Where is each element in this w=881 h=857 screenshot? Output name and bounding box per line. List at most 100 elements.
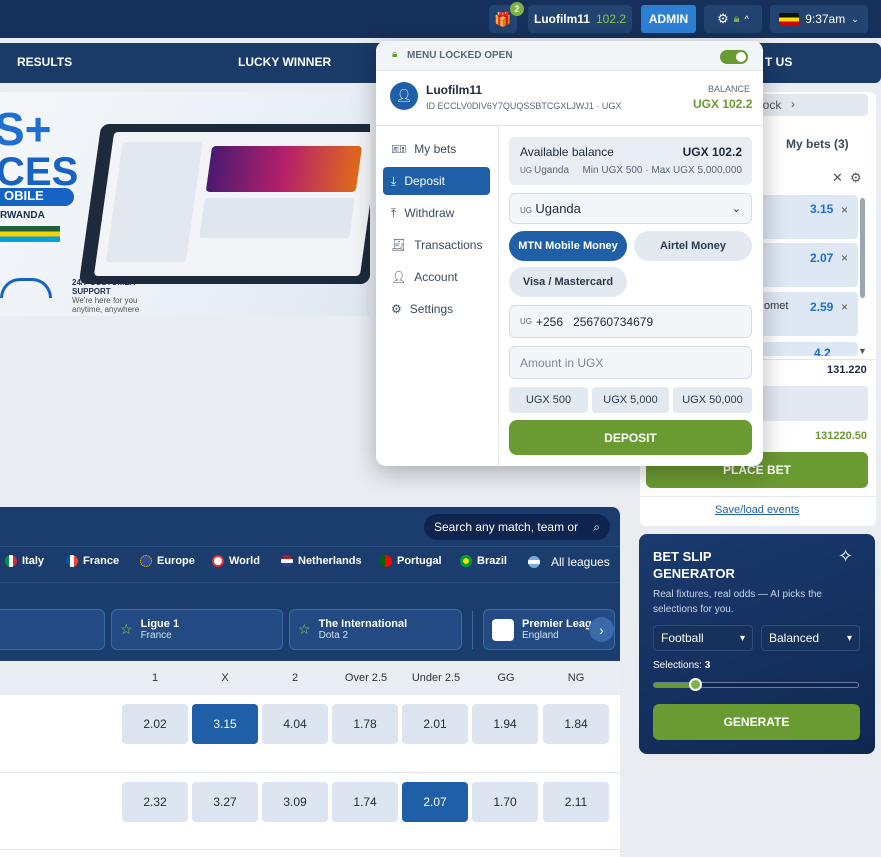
available-value: UGX 102.2 (682, 145, 742, 159)
league-card[interactable] (0, 609, 105, 650)
rwanda-flag-icon (0, 226, 60, 242)
generate-button[interactable]: GENERATE (653, 704, 860, 740)
menu-transactions[interactable]: 🧾︎ Transactions (383, 231, 490, 259)
slip-event-label: omet (764, 300, 789, 312)
remove-icon[interactable]: × (841, 203, 848, 217)
league-card-ligue1[interactable]: ☆ Ligue 1 France (111, 609, 283, 650)
menu-lock-label: MENU LOCKED OPEN (407, 50, 513, 61)
quick-amount-5000[interactable]: UGX 5,000 (592, 387, 669, 413)
league-tab-europe[interactable]: Europe (140, 555, 195, 567)
balance-value: 102.2 (595, 12, 627, 26)
save-load-link[interactable]: Save/load events (715, 504, 799, 516)
deposit-button[interactable]: DEPOSIT (509, 420, 752, 455)
method-airtel-money[interactable]: Airtel Money (634, 231, 752, 261)
gear-icon: ⚙ (717, 11, 729, 26)
odds-button[interactable]: 4.04 (262, 704, 328, 744)
odds-button[interactable]: 3.09 (262, 782, 328, 822)
nav-results[interactable]: RESULTS (17, 55, 72, 69)
slip-scrollbar[interactable] (860, 198, 865, 298)
odds-button[interactable]: 2.11 (543, 782, 609, 822)
menu-account[interactable]: 👤︎ Account (383, 263, 490, 291)
chevron-down-icon: ▾ (739, 632, 745, 644)
username: Luofilm11 (533, 12, 590, 26)
banner-support: 24/7 CUSTOMER SUPPORT We're here for you… (72, 278, 140, 314)
language-time-button[interactable]: 9:37am ⌄ (770, 5, 868, 33)
promo-banner[interactable]: S+ CES OBILE RWANDA 24/7 CUSTOMER SUPPOR… (0, 92, 370, 316)
slider-handle[interactable] (688, 678, 702, 691)
league-tab-france[interactable]: France (66, 555, 119, 567)
quick-amount-500[interactable]: UGX 500 (509, 387, 588, 413)
sport-select[interactable]: Football ▾ (653, 625, 753, 651)
receipt-icon: 🧾︎ (391, 238, 407, 252)
league-tab-brazil[interactable]: Brazil (460, 555, 507, 567)
star-icon[interactable]: ☆ (298, 621, 311, 638)
scroll-down-icon[interactable]: ▼ (858, 346, 867, 356)
mode-select-value: Balanced (769, 631, 820, 645)
user-balance-button[interactable]: Luofilm11 102.2 (528, 5, 632, 33)
quick-amount-50000[interactable]: UGX 50,000 (673, 387, 752, 413)
balance-caption: BALANCE (708, 84, 751, 94)
league-tab-italy[interactable]: Italy (5, 555, 44, 567)
search-placeholder: Search any match, team or lea (434, 520, 582, 534)
mode-select[interactable]: Balanced ▾ (761, 625, 860, 651)
slip-odds: 3.15 (810, 202, 834, 216)
odds-button[interactable]: 2.02 (122, 704, 188, 744)
account-menu-popup: 🔒︎ MENU LOCKED OPEN 👤︎ Luofilm11 ID ECCL… (376, 41, 763, 466)
selections-slider[interactable] (653, 678, 859, 691)
star-icon[interactable]: ☆ (120, 621, 133, 638)
country-name: Uganda (534, 165, 570, 176)
country-select[interactable]: UG Uganda ⌄ (509, 193, 752, 224)
menu-my-bets[interactable]: 🎫︎ My bets (383, 135, 490, 163)
chevron-up-icon: ^ (744, 14, 749, 24)
person-icon: 👤︎ (391, 270, 407, 284)
phone-prefix: +256 (536, 314, 564, 329)
sport-select-value: Football (661, 631, 704, 645)
portugal-flag-icon (380, 555, 392, 567)
league-card-the-international[interactable]: ☆ The International Dota 2 (289, 609, 462, 650)
remove-icon[interactable]: × (841, 251, 848, 265)
deposit-limits: Min UGX 500 · Max UGX 5,000,000 (582, 165, 742, 176)
remove-icon[interactable]: × (841, 300, 848, 314)
close-icon[interactable]: ✕ (832, 170, 843, 186)
odds-button[interactable]: 2.01 (402, 704, 468, 744)
odds-button[interactable]: 1.70 (472, 782, 538, 822)
league-tab-world[interactable]: World (212, 555, 260, 567)
gear-icon[interactable]: ⚙ (850, 170, 862, 186)
menu-deposit[interactable]: ⤓ Deposit (383, 167, 490, 195)
menu-lock-toggle[interactable] (720, 50, 748, 64)
method-visa-mastercard[interactable]: Visa / Mastercard (509, 267, 627, 297)
odds-button[interactable]: 1.78 (332, 704, 398, 744)
odds-button[interactable]: 1.84 (543, 704, 609, 744)
chevron-down-icon: ⌄ (731, 203, 741, 215)
amount-input[interactable]: Amount in UGX (509, 346, 752, 379)
popup-balance: UGX 102.2 (693, 97, 753, 111)
carousel-next-button[interactable]: › (589, 617, 614, 642)
match-search-input[interactable]: Search any match, team or lea ⌕ (424, 514, 610, 540)
gift-count-badge: 2 (510, 2, 524, 16)
league-tab-portugal[interactable]: Portugal (380, 555, 442, 567)
league-tab-all[interactable]: All leagues (528, 555, 610, 569)
odds-button[interactable]: 3.27 (192, 782, 258, 822)
netherlands-flag-icon (281, 555, 293, 567)
method-mtn-mobile-money[interactable]: MTN Mobile Money (509, 231, 627, 261)
tab-my-bets[interactable]: My bets (3) (786, 137, 849, 151)
menu-settings[interactable]: ⚙ Settings (383, 295, 490, 323)
generator-title: BET SLIP GENERATOR (653, 549, 735, 581)
odds-button[interactable]: 1.74 (332, 782, 398, 822)
admin-button[interactable]: ADMIN (641, 5, 696, 33)
argentina-flag-icon (528, 556, 540, 568)
odds-button[interactable]: 3.15 (192, 704, 258, 744)
nav-lucky-winner[interactable]: LUCKY WINNER (238, 55, 331, 69)
slip-odds: 2.07 (810, 251, 834, 265)
nav-contact-us[interactable]: T US (765, 55, 792, 69)
chevron-down-icon: ▾ (846, 632, 852, 644)
menu-withdraw[interactable]: ⤒ Withdraw (383, 199, 490, 227)
odds-button[interactable]: 1.94 (472, 704, 538, 744)
league-tab-netherlands[interactable]: Netherlands (281, 555, 362, 567)
clock-time: 9:37am (805, 12, 846, 26)
italy-flag-icon (5, 555, 17, 567)
odds-button[interactable]: 2.32 (122, 782, 188, 822)
odds-button[interactable]: 2.07 (402, 782, 468, 822)
settings-menu-button[interactable]: ⚙ 🔒︎ ^ (704, 5, 762, 33)
phone-field[interactable]: UG +256 256760734679 (509, 305, 752, 338)
